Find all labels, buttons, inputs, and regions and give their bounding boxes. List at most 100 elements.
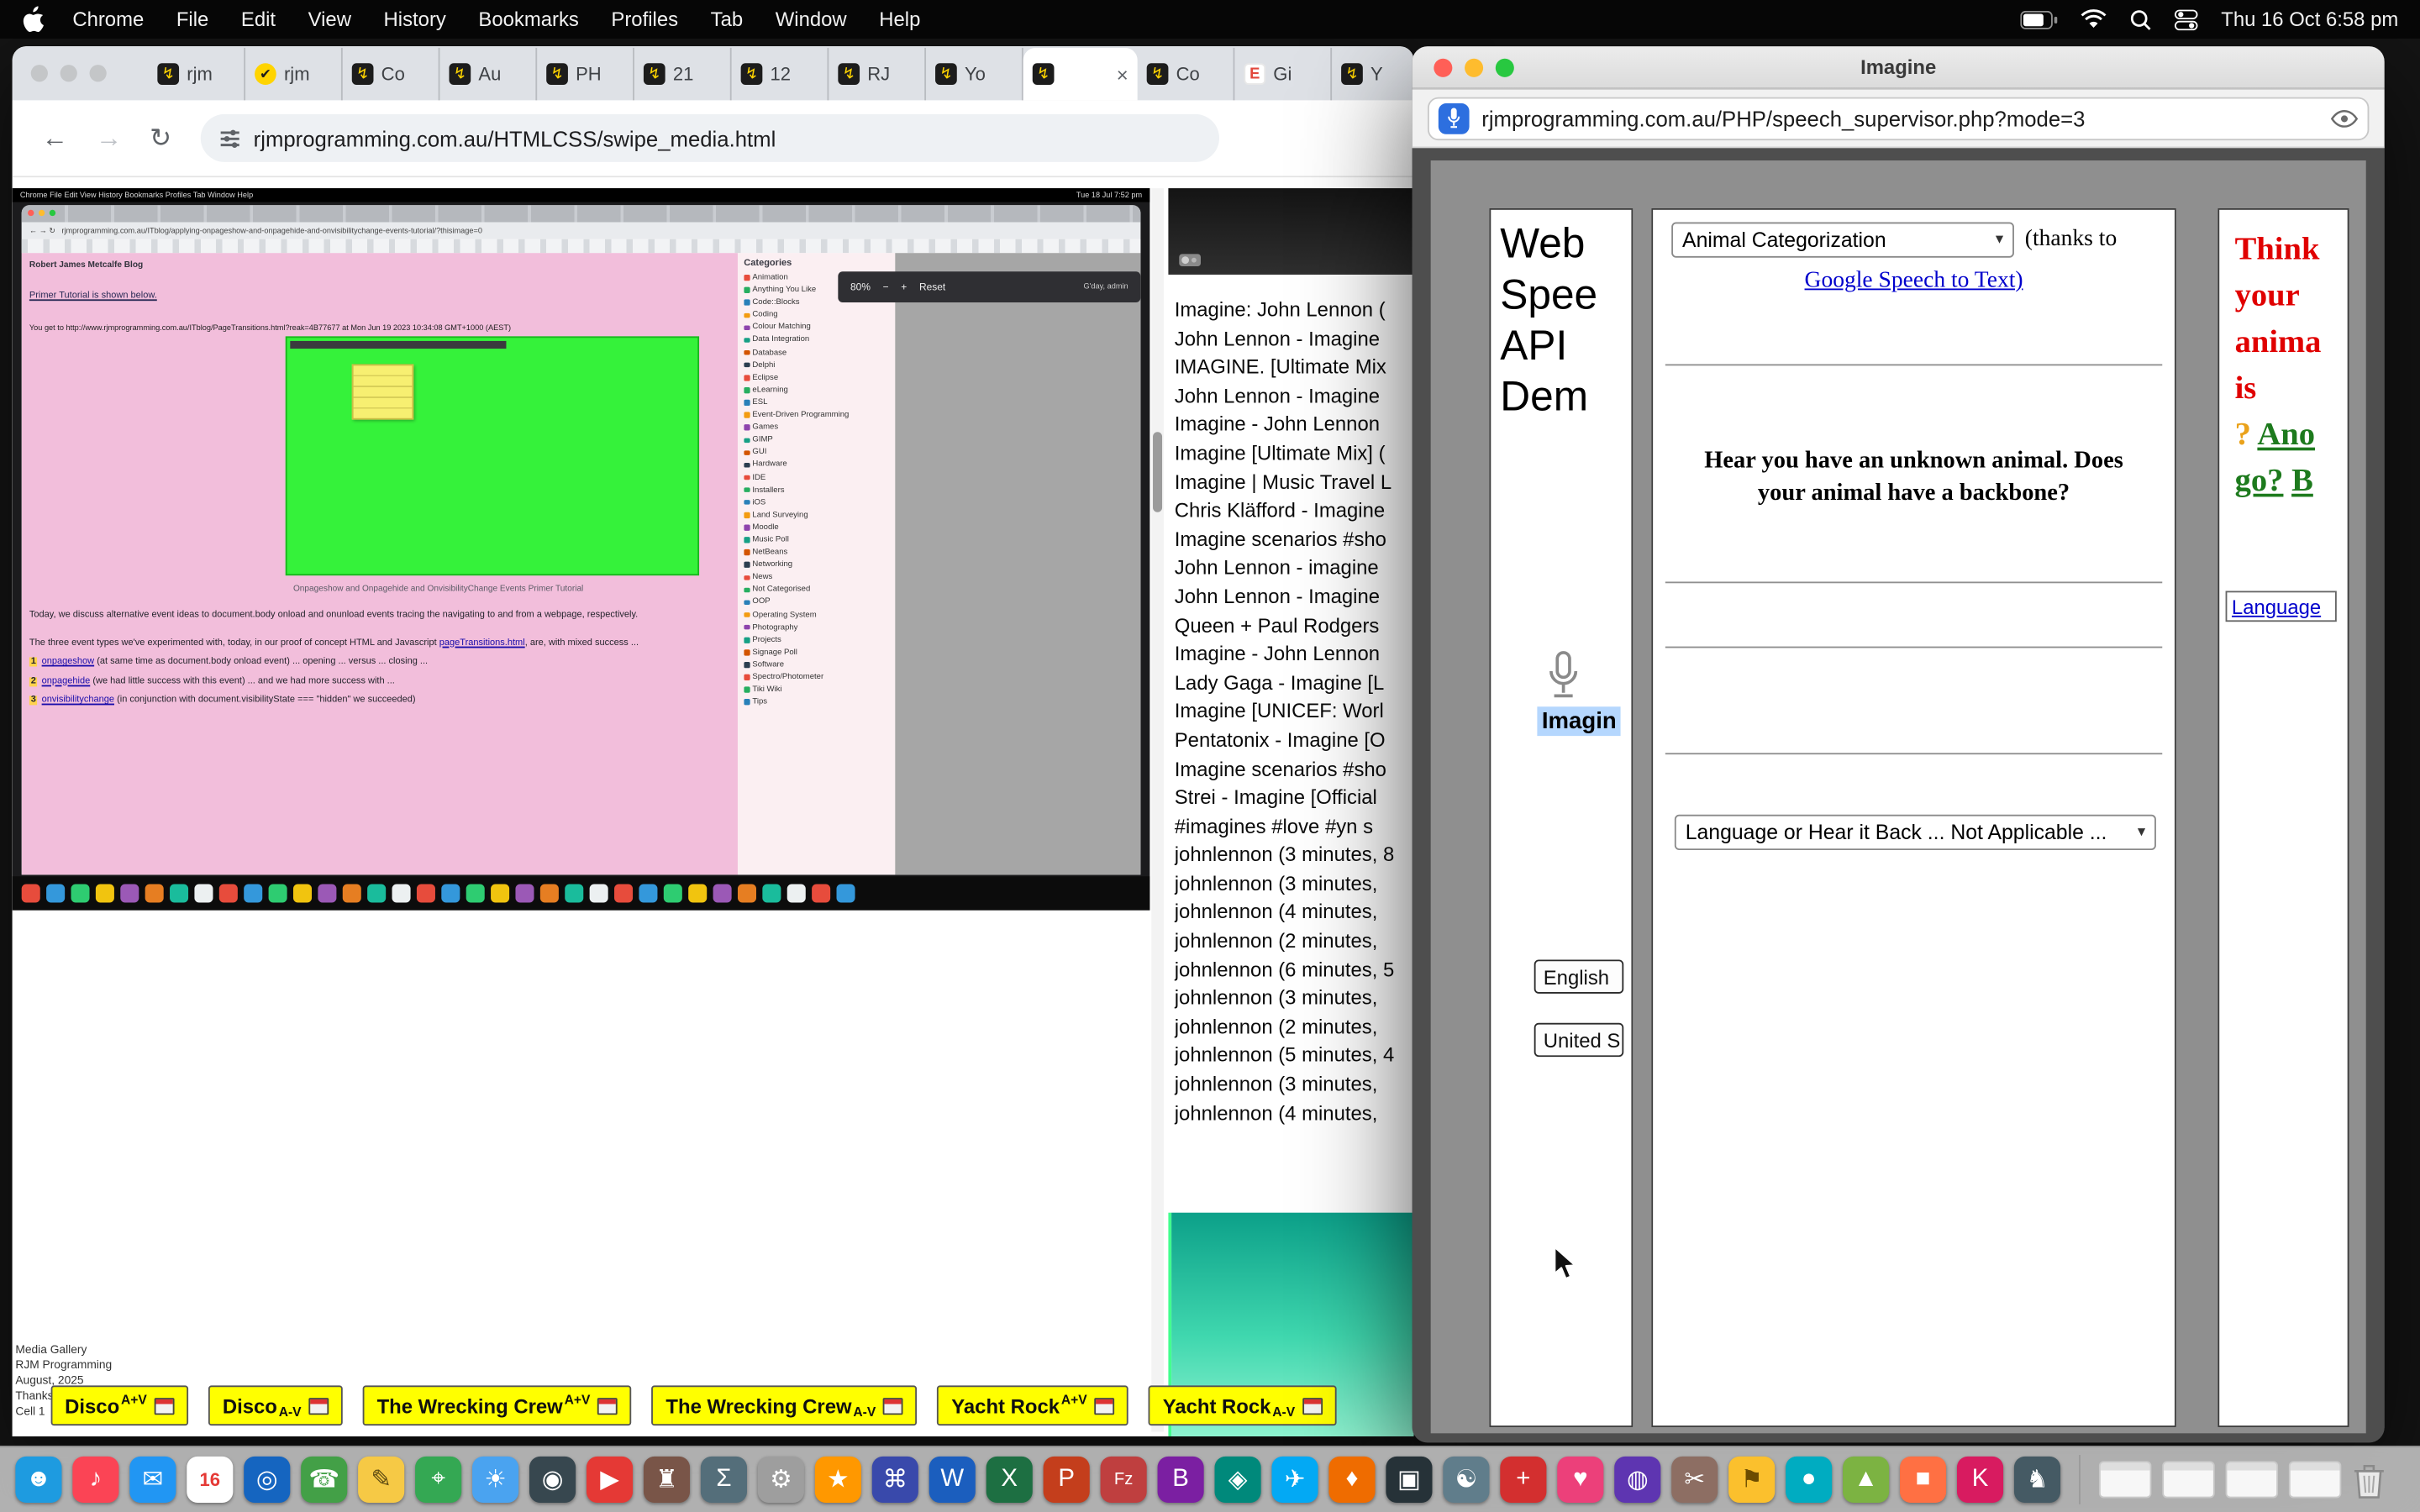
dock-icon[interactable]: X <box>986 1457 1033 1503</box>
page-scrollbar[interactable] <box>1151 188 1164 1431</box>
media-list-item[interactable]: Pentatonix - Imagine [O <box>1175 727 1414 755</box>
media-list-item[interactable]: Imagine - John Lennon <box>1175 411 1414 439</box>
minimized-window-thumbnail[interactable] <box>2226 1461 2278 1498</box>
media-list-item[interactable]: John Lennon - Imagine <box>1175 382 1414 411</box>
dock-icon[interactable]: ⌘ <box>872 1457 918 1503</box>
imagine-address-bar[interactable]: rjmprogramming.com.au/PHP/speech_supervi… <box>1428 97 2369 139</box>
imagine-title-bar[interactable]: Imagine <box>1413 46 2385 89</box>
menu-item[interactable]: Profiles <box>611 8 678 31</box>
dock-icon[interactable]: ♥ <box>1557 1457 1603 1503</box>
dock-icon[interactable]: ◍ <box>1614 1457 1660 1503</box>
language-select[interactable]: Language or Hear it Back ... Not Applica… <box>1675 815 2156 850</box>
menu-item[interactable]: Tab <box>711 8 744 31</box>
menu-item[interactable]: Chrome <box>72 8 144 31</box>
zoom-window-button[interactable] <box>90 65 107 81</box>
media-list-item[interactable]: Imagine [Ultimate Mix] ( <box>1175 439 1414 468</box>
media-list-item[interactable]: johnlennon (3 minutes, 8 <box>1175 842 1414 870</box>
media-list-item[interactable]: Imagine scenarios #sho <box>1175 526 1414 554</box>
media-list-item[interactable]: Imagine - John Lennon <box>1175 640 1414 669</box>
minimized-window-thumbnail[interactable] <box>2162 1461 2214 1498</box>
dock-icon[interactable]: Fz <box>1101 1457 1147 1503</box>
browser-tab[interactable]: ↯ Co × <box>1138 48 1235 100</box>
browser-tab[interactable]: ↯ Co × <box>343 48 440 100</box>
dock-icon[interactable]: ■ <box>1900 1457 1946 1503</box>
dock-icon[interactable]: ☀ <box>472 1457 518 1503</box>
apple-menu-icon[interactable] <box>22 6 45 32</box>
media-list-item[interactable]: johnlennon (6 minutes, 5 <box>1175 956 1414 984</box>
minimize-window-button[interactable] <box>60 65 77 81</box>
speech-mic-icon[interactable] <box>1544 649 1584 710</box>
media-list-item[interactable]: Strei - Imagine [Official <box>1175 784 1414 812</box>
dock-icon[interactable]: P <box>1044 1457 1090 1503</box>
media-list-item[interactable]: IMAGINE. [Ultimate Mix <box>1175 354 1414 382</box>
browser-tab[interactable]: ↯ 12 × <box>732 48 829 100</box>
media-list-item[interactable]: Imagine scenarios #sho <box>1175 755 1414 784</box>
language-link[interactable]: Language <box>2232 595 2321 618</box>
site-settings-icon[interactable] <box>219 128 241 150</box>
minimized-window-thumbnail[interactable] <box>2289 1461 2341 1498</box>
dock-icon[interactable]: ▶ <box>587 1457 633 1503</box>
media-button[interactable]: The Wrecking Crew A+V <box>363 1385 632 1425</box>
url-text[interactable]: rjmprogramming.com.au/HTMLCSS/swipe_medi… <box>254 126 776 150</box>
dock-icon[interactable]: ✈ <box>1271 1457 1318 1503</box>
browser-tab[interactable]: ↯ PH × <box>537 48 634 100</box>
dock-icon[interactable]: ♪ <box>72 1457 118 1503</box>
battery-icon[interactable] <box>2020 10 2057 29</box>
dock-icon[interactable]: ✉ <box>129 1457 176 1503</box>
browser-tab[interactable]: ↯ RJ × <box>829 48 926 100</box>
browser-tab[interactable]: ↯ Au × <box>439 48 537 100</box>
media-list-item[interactable]: Imagine | Music Travel L <box>1175 469 1414 497</box>
media-button[interactable]: The Wrecking Crew A-V <box>652 1385 918 1425</box>
scrollbar-thumb[interactable] <box>1153 432 1162 512</box>
dock-icon[interactable]: ◉ <box>529 1457 576 1503</box>
menu-item[interactable]: View <box>308 8 351 31</box>
dock-icon[interactable]: ♦ <box>1328 1457 1375 1503</box>
menu-item[interactable]: Edit <box>241 8 276 31</box>
language-link-box[interactable]: Language <box>2226 591 2337 622</box>
dock-icon[interactable]: ☯ <box>1443 1457 1489 1503</box>
media-list-item[interactable]: Imagine: John Lennon ( <box>1175 297 1414 325</box>
media-list-item[interactable]: #imagines #love #yn s <box>1175 812 1414 841</box>
dock-icon[interactable]: W <box>929 1457 976 1503</box>
media-button[interactable]: Disco A+V <box>51 1385 189 1425</box>
language-button[interactable]: English <box>1534 959 1624 993</box>
eye-icon[interactable] <box>2330 108 2358 127</box>
forward-button[interactable]: → <box>96 123 122 154</box>
dock-icon[interactable]: ◈ <box>1215 1457 1261 1503</box>
browser-tab[interactable]: ↯ rjm × <box>148 48 245 100</box>
media-button[interactable]: Disco A-V <box>208 1385 343 1425</box>
wifi-icon[interactable] <box>2081 9 2107 29</box>
media-list-item[interactable]: John Lennon - Imagine <box>1175 583 1414 612</box>
media-list-item[interactable]: Queen + Paul Rodgers <box>1175 612 1414 640</box>
browser-tab[interactable]: ↯ Yo × <box>926 48 1023 100</box>
media-list-item[interactable]: Imagine [UNICEF: Worl <box>1175 698 1414 727</box>
dock-icon[interactable]: ♞ <box>2014 1457 2060 1503</box>
another-go-link[interactable]: Ano <box>2257 415 2315 452</box>
another-go-link[interactable]: go? <box>2235 461 2284 498</box>
microphone-icon[interactable] <box>1439 102 1470 134</box>
dock-icon[interactable]: ✂ <box>1671 1457 1718 1503</box>
menu-item[interactable]: Window <box>776 8 847 31</box>
trash-icon[interactable] <box>2352 1459 2386 1501</box>
close-window-button[interactable] <box>31 65 48 81</box>
dock-icon[interactable]: ♜ <box>644 1457 690 1503</box>
category-select[interactable]: Animal Categorization ▾ <box>1671 222 2014 257</box>
url-text[interactable]: rjmprogramming.com.au/PHP/speech_supervi… <box>1481 106 2318 130</box>
menu-item[interactable]: History <box>384 8 446 31</box>
menu-item[interactable]: File <box>176 8 208 31</box>
media-list-item[interactable]: johnlennon (2 minutes, <box>1175 927 1414 956</box>
dock-icon[interactable]: ▲ <box>1843 1457 1889 1503</box>
menu-clock[interactable]: Thu 16 Oct 6:58 pm <box>2221 8 2398 31</box>
browser-tab[interactable]: ✔ rjm × <box>245 48 343 100</box>
region-button[interactable]: United S <box>1534 1023 1624 1057</box>
browser-tab[interactable]: E Gi × <box>1234 48 1332 100</box>
dock-icon[interactable]: Σ <box>701 1457 747 1503</box>
address-bar[interactable]: rjmprogramming.com.au/HTMLCSS/swipe_medi… <box>201 114 1219 162</box>
dock-icon[interactable]: + <box>1500 1457 1546 1503</box>
dock-icon[interactable]: ☎ <box>301 1457 347 1503</box>
media-list-item[interactable]: johnlennon (3 minutes, <box>1175 1071 1414 1100</box>
media-list-item[interactable]: johnlennon (3 minutes, <box>1175 870 1414 899</box>
browser-tab[interactable]: ↯ 21 × <box>634 48 732 100</box>
media-list-item[interactable]: johnlennon (3 minutes, <box>1175 984 1414 1013</box>
dock-icon[interactable]: K <box>1957 1457 2003 1503</box>
